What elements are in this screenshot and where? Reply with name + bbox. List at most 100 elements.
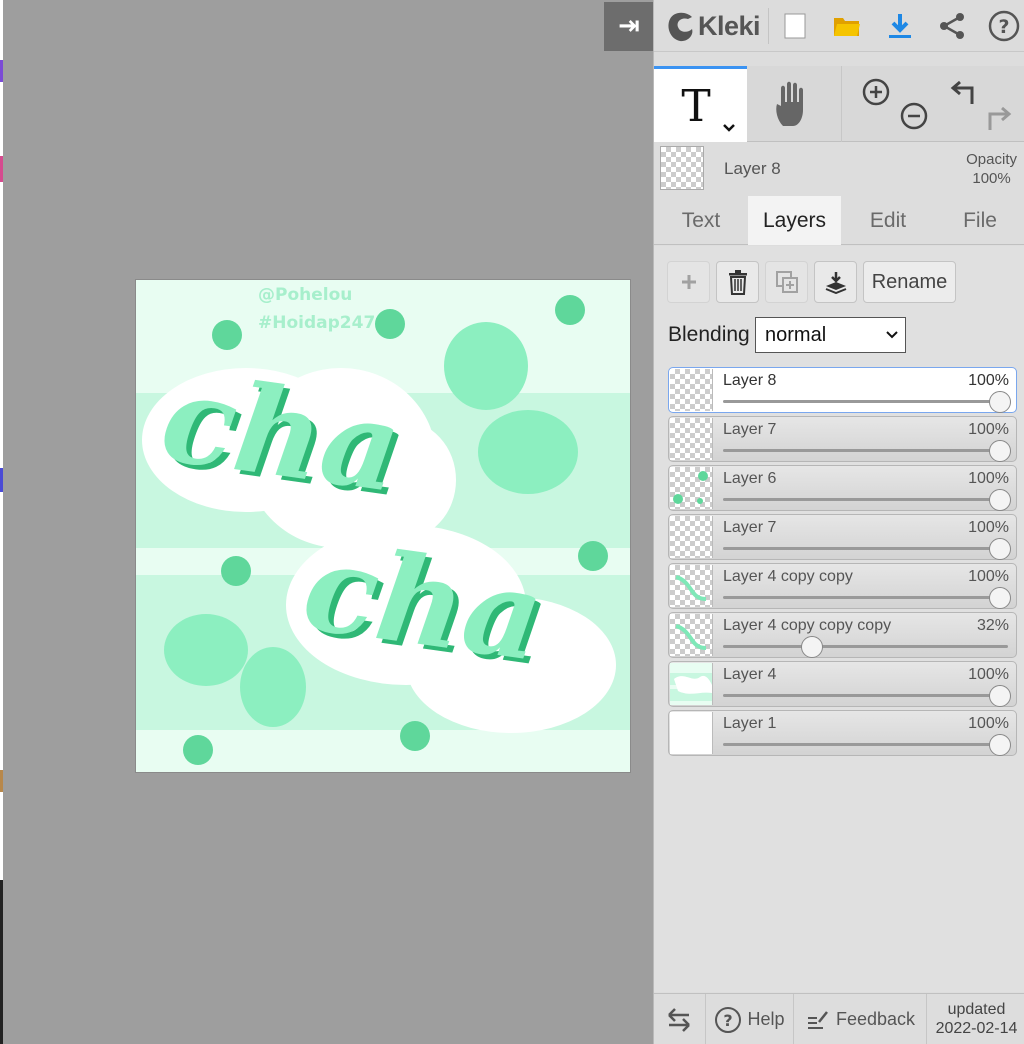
layer-thumbnail	[670, 369, 713, 411]
app-name: Kleki	[698, 10, 761, 41]
hand-tool-button[interactable]	[747, 66, 840, 142]
feedback-pen-icon	[807, 1010, 828, 1029]
help-circle-icon: ?	[715, 1006, 742, 1033]
swap-arrows-icon	[668, 1007, 690, 1032]
layer-opacity: 100%	[968, 421, 1009, 438]
layer-item[interactable]: Layer 4 copy copy 100%	[668, 563, 1017, 609]
layer-name: Layer 7	[723, 421, 777, 438]
layer-name: Layer 6	[723, 470, 777, 487]
opacity-slider-knob[interactable]	[989, 391, 1011, 413]
open-folder-icon[interactable]	[827, 6, 867, 46]
collapse-panel-icon[interactable]: ⇥	[604, 2, 654, 51]
layer-thumbnail	[670, 467, 713, 509]
tab-file[interactable]: File	[935, 196, 1024, 245]
tab-edit[interactable]: Edit	[841, 196, 935, 245]
merge-down-button[interactable]	[814, 261, 857, 303]
tool-row: T	[654, 66, 1024, 142]
blending-select[interactable]: normal	[755, 317, 906, 353]
text-tool-button[interactable]: T	[654, 66, 747, 142]
share-icon[interactable]	[932, 6, 972, 46]
opacity-slider-track[interactable]	[723, 645, 1008, 648]
rename-layer-button[interactable]: Rename	[863, 261, 956, 303]
plus-icon	[681, 275, 696, 289]
add-layer-button[interactable]	[667, 261, 710, 303]
layer-thumbnail	[670, 614, 713, 656]
feedback-button[interactable]: Feedback	[794, 994, 926, 1044]
layer-name: Layer 8	[723, 372, 777, 389]
opacity-slider-knob[interactable]	[989, 538, 1011, 560]
zoom-out-icon[interactable]	[900, 102, 928, 130]
new-image-icon[interactable]	[775, 6, 815, 46]
opacity-slider-knob[interactable]	[989, 685, 1011, 707]
zoom-in-icon[interactable]	[862, 78, 890, 106]
redo-icon[interactable]	[988, 106, 1011, 130]
tab-layers[interactable]: Layers	[748, 196, 841, 245]
help-icon[interactable]: ?	[984, 6, 1024, 46]
layer-item[interactable]: Layer 4 copy copy copy 32%	[668, 612, 1017, 658]
opacity-slider-track[interactable]	[723, 449, 1008, 452]
opacity-slider-knob[interactable]	[800, 636, 823, 658]
merge-down-icon	[825, 272, 846, 294]
svg-text:?: ?	[998, 16, 1009, 38]
layer-opacity: 100%	[968, 372, 1009, 389]
opacity-value: 100%	[972, 170, 1011, 187]
undo-icon[interactable]	[950, 80, 973, 104]
trash-icon	[728, 270, 747, 295]
kleki-bird-icon	[668, 12, 693, 42]
current-layer-bar: Layer 8 Opacity 100%	[654, 142, 1024, 194]
layer-item[interactable]: Layer 8 100%	[668, 367, 1017, 413]
help-button[interactable]: ? Help	[706, 994, 793, 1044]
top-toolbar: Kleki ?	[654, 0, 1024, 52]
watermark-line1: @Pohelou	[258, 285, 352, 305]
feedback-label: Feedback	[835, 1009, 916, 1029]
tab-text[interactable]: Text	[654, 196, 748, 245]
svg-text:?: ?	[724, 1011, 733, 1030]
layer-thumbnail	[670, 516, 713, 558]
layer-item[interactable]: Layer 6 100%	[668, 465, 1017, 511]
side-panel: Kleki ? T Layer 8 Opacity 100% Text Laye…	[653, 0, 1024, 1044]
opacity-slider-track[interactable]	[723, 596, 1008, 599]
duplicate-icon	[775, 271, 798, 293]
layer-name: Layer 4 copy copy copy	[723, 617, 892, 634]
updated-date: 2022-02-14	[935, 1020, 1018, 1037]
opacity-slider-track[interactable]	[723, 694, 1008, 697]
swap-side-button[interactable]	[654, 994, 704, 1044]
drawing-canvas[interactable]: @Pohelou #Hoidap247 cha cha cha cha	[135, 279, 631, 773]
footer-bar: ? Help Feedback updated 2022-02-14	[654, 993, 1024, 1044]
opacity-slider-track[interactable]	[723, 400, 1008, 403]
delete-layer-button[interactable]	[716, 261, 759, 303]
artwork: @Pohelou #Hoidap247 cha cha cha cha	[136, 280, 630, 772]
layer-item[interactable]: Layer 4 100%	[668, 661, 1017, 707]
opacity-slider-knob[interactable]	[989, 587, 1011, 609]
opacity-slider-track[interactable]	[723, 743, 1008, 746]
layer-thumbnail	[670, 565, 713, 607]
opacity-slider-track[interactable]	[723, 547, 1008, 550]
layer-opacity: 32%	[976, 617, 1009, 634]
layer-item[interactable]: Layer 7 100%	[668, 514, 1017, 560]
opacity-slider-knob[interactable]	[989, 489, 1011, 511]
layer-opacity: 100%	[968, 715, 1009, 732]
layer-item[interactable]: Layer 1 100%	[668, 710, 1017, 756]
watermark-line2: #Hoidap247	[258, 313, 375, 333]
opacity-slider-track[interactable]	[723, 498, 1008, 501]
hand-icon	[775, 81, 803, 126]
updated-info: updated 2022-02-14	[928, 1000, 1024, 1038]
layer-item[interactable]: Layer 7 100%	[668, 416, 1017, 462]
layer-name: Layer 7	[723, 519, 777, 536]
opacity-slider-knob[interactable]	[989, 734, 1011, 756]
history-buttons	[934, 66, 1024, 142]
layer-thumbnail	[670, 712, 713, 754]
duplicate-layer-button[interactable]	[765, 261, 808, 303]
layer-opacity: 100%	[968, 519, 1009, 536]
blending-label: Blending	[668, 323, 750, 346]
layers-panel: Rename Blending normal Layer 8 100% Laye…	[654, 246, 1024, 992]
download-icon[interactable]	[880, 6, 920, 46]
zoom-buttons	[842, 66, 934, 142]
blending-value: normal	[765, 324, 827, 346]
svg-text:T: T	[681, 81, 710, 132]
layer-opacity: 100%	[968, 568, 1009, 585]
layer-name: Layer 4 copy copy	[723, 568, 853, 585]
kleki-logo[interactable]: Kleki	[666, 8, 761, 44]
opacity-slider-knob[interactable]	[989, 440, 1011, 462]
drawing-workspace[interactable]: ⇥ @Pohelou #Hoidap247 cha cha cha cha	[3, 0, 654, 1044]
